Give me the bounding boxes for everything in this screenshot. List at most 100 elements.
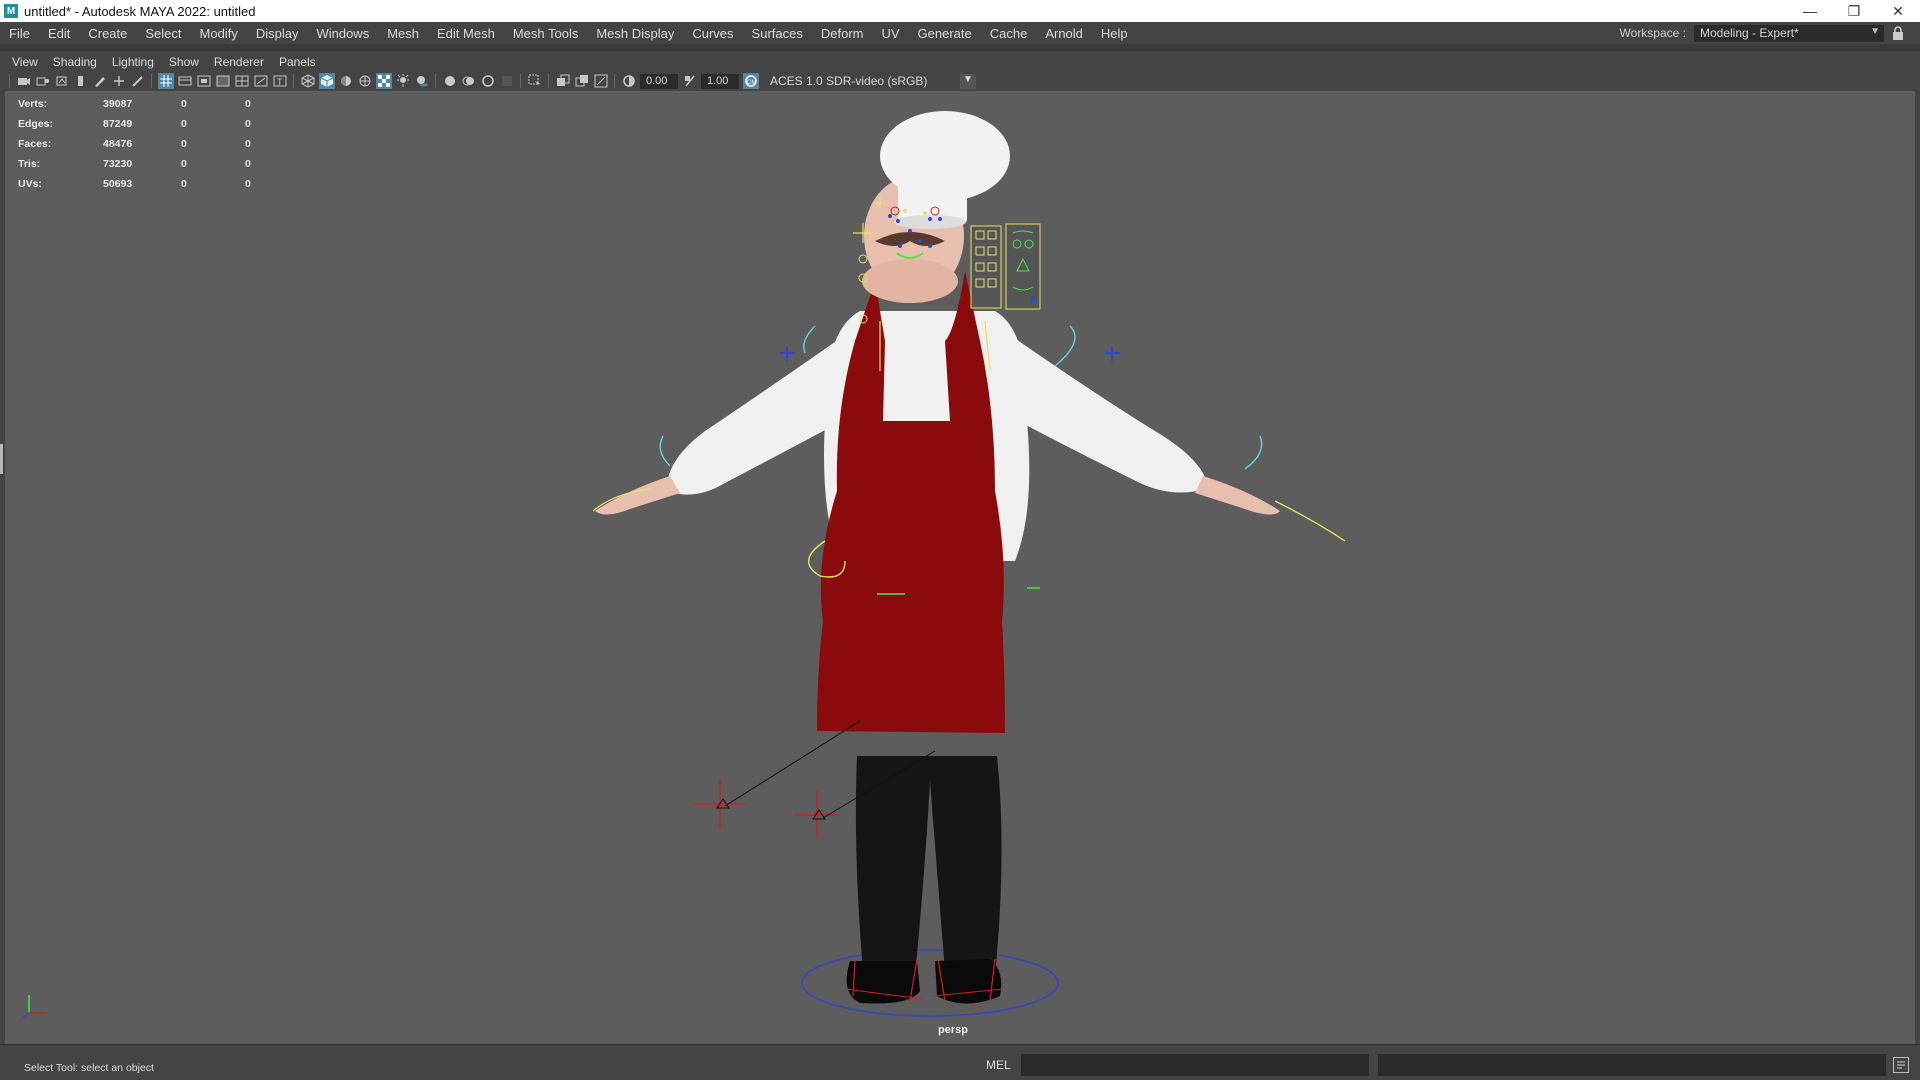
restore-button[interactable]: ❐ (1832, 0, 1876, 22)
shelf-separator (0, 44, 1920, 51)
hud-value: 50693 (103, 178, 133, 190)
hud-row-faces: Faces: 48476 0 0 (18, 134, 275, 154)
panel-menu-view[interactable]: View (5, 55, 46, 69)
menu-curves[interactable]: Curves (683, 26, 742, 41)
menu-file[interactable]: File (0, 26, 39, 41)
gamma-icon[interactable] (682, 73, 698, 89)
workspace-selector-group: Workspace : Modeling - Expert* ▼ (1620, 22, 1906, 44)
command-line-bar: Select Tool: select an object MEL (0, 1044, 1920, 1080)
menu-select[interactable]: Select (136, 26, 190, 41)
menu-arnold[interactable]: Arnold (1036, 26, 1092, 41)
panel-menu-bar: View Shading Lighting Show Renderer Pane… (5, 52, 1915, 71)
panel-menu-shading[interactable]: Shading (46, 55, 105, 69)
hud-label: Faces: (18, 138, 52, 150)
perspective-viewport[interactable]: Verts: 39087 0 0 Edges: 87249 0 0 Faces:… (5, 91, 1915, 1044)
menu-generate[interactable]: Generate (909, 26, 981, 41)
shadows-icon[interactable] (414, 73, 430, 89)
poly-count-hud: Verts: 39087 0 0 Edges: 87249 0 0 Faces:… (18, 94, 275, 194)
toolbar-separator (293, 74, 294, 88)
two-d-pan-zoom-icon[interactable] (111, 73, 127, 89)
select-camera-icon[interactable] (16, 73, 32, 89)
panel-menu-renderer[interactable]: Renderer (207, 55, 272, 69)
depth-of-field-icon[interactable] (499, 73, 515, 89)
menu-create[interactable]: Create (79, 26, 136, 41)
menu-surfaces[interactable]: Surfaces (743, 26, 812, 41)
hud-selected: 0 (181, 118, 187, 130)
minimize-button[interactable]: — (1788, 0, 1832, 22)
toolbar-separator (614, 74, 615, 88)
title-bar: M untitled* - Autodesk MAYA 2022: untitl… (0, 0, 1920, 22)
menu-mesh-tools[interactable]: Mesh Tools (504, 26, 588, 41)
film-gate-icon[interactable] (177, 73, 193, 89)
field-chart-icon[interactable] (234, 73, 250, 89)
mel-command-input[interactable] (1021, 1054, 1369, 1076)
view-transform-dropdown[interactable]: ACES 1.0 SDR-video (sRGB) ▼ (764, 73, 976, 89)
panel-menu-panels[interactable]: Panels (272, 55, 324, 69)
hud-label: Edges: (18, 118, 54, 130)
pants (855, 756, 1002, 976)
anti-aliasing-icon[interactable] (480, 73, 496, 89)
menu-windows[interactable]: Windows (307, 26, 378, 41)
toolbar-separator (548, 74, 549, 88)
color-management-icon[interactable]: CM (742, 73, 759, 89)
xray-icon[interactable] (555, 73, 571, 89)
menu-modify[interactable]: Modify (191, 26, 247, 41)
smooth-shade-icon[interactable] (318, 73, 335, 89)
hud-selected: 0 (181, 138, 187, 150)
close-button[interactable]: ✕ (1876, 0, 1920, 22)
face-gui-panel[interactable] (970, 223, 1041, 310)
textured-icon[interactable] (375, 73, 392, 89)
safe-action-icon[interactable] (253, 73, 269, 89)
wireframe-icon[interactable] (300, 73, 316, 89)
view-transform-value: ACES 1.0 SDR-video (sRGB) (770, 74, 928, 88)
lights-icon[interactable] (395, 73, 411, 89)
image-plane-icon[interactable] (73, 73, 89, 89)
mel-language-toggle[interactable]: MEL (986, 1058, 1011, 1072)
mel-result-field (1378, 1054, 1886, 1076)
maya-app-icon: M (4, 4, 18, 18)
menu-deform[interactable]: Deform (812, 26, 873, 41)
hud-label: UVs: (18, 178, 42, 190)
root-control-curve[interactable] (801, 949, 1059, 1017)
svg-text:CM: CM (747, 80, 756, 86)
gamma-field[interactable]: 1.00 (701, 73, 739, 89)
screen-space-ao-icon[interactable] (442, 73, 458, 89)
grid-icon[interactable] (157, 73, 174, 89)
menu-edit-mesh[interactable]: Edit Mesh (428, 26, 504, 41)
workspace-dropdown[interactable]: Modeling - Expert* ▼ (1694, 24, 1884, 42)
pencil-icon[interactable] (130, 73, 146, 89)
menu-cache[interactable]: Cache (981, 26, 1037, 41)
panel-menu-lighting[interactable]: Lighting (105, 55, 162, 69)
hud-value: 39087 (103, 98, 133, 110)
hud-components: 0 (245, 138, 251, 150)
menu-display[interactable]: Display (247, 26, 308, 41)
menu-mesh[interactable]: Mesh (378, 26, 428, 41)
menu-edit[interactable]: Edit (39, 26, 79, 41)
resolution-gate-icon[interactable] (196, 73, 212, 89)
default-material-icon[interactable] (338, 73, 354, 89)
exposure-icon[interactable] (621, 73, 637, 89)
panel-menu-show[interactable]: Show (162, 55, 207, 69)
menu-help[interactable]: Help (1092, 26, 1137, 41)
xray-joints-icon[interactable] (593, 73, 609, 89)
chef-character-rig[interactable] (5, 91, 1915, 1044)
camera-attributes-icon[interactable] (35, 73, 51, 89)
wireframe-on-shaded-icon[interactable] (357, 73, 373, 89)
menu-uv[interactable]: UV (872, 26, 908, 41)
safe-title-icon[interactable]: T (272, 73, 288, 89)
isolate-select-icon[interactable] (527, 73, 543, 89)
script-editor-icon[interactable] (1893, 1057, 1909, 1073)
left-panel-toggle[interactable] (0, 444, 3, 474)
grease-pencil-icon[interactable] (92, 73, 108, 89)
menu-mesh-display[interactable]: Mesh Display (587, 26, 683, 41)
hud-row-edges: Edges: 87249 0 0 (18, 114, 275, 134)
xray-active-components-icon[interactable] (574, 73, 590, 89)
window-title: untitled* - Autodesk MAYA 2022: untitled (24, 3, 256, 19)
bookmark-icon[interactable] (54, 73, 70, 89)
hud-row-tris: Tris: 73230 0 0 (18, 154, 275, 174)
exposure-field[interactable]: 0.00 (640, 73, 678, 89)
shoes (844, 958, 1004, 1004)
lock-icon[interactable] (1892, 25, 1906, 41)
gate-mask-icon[interactable] (215, 73, 231, 89)
motion-blur-icon[interactable] (461, 73, 477, 89)
